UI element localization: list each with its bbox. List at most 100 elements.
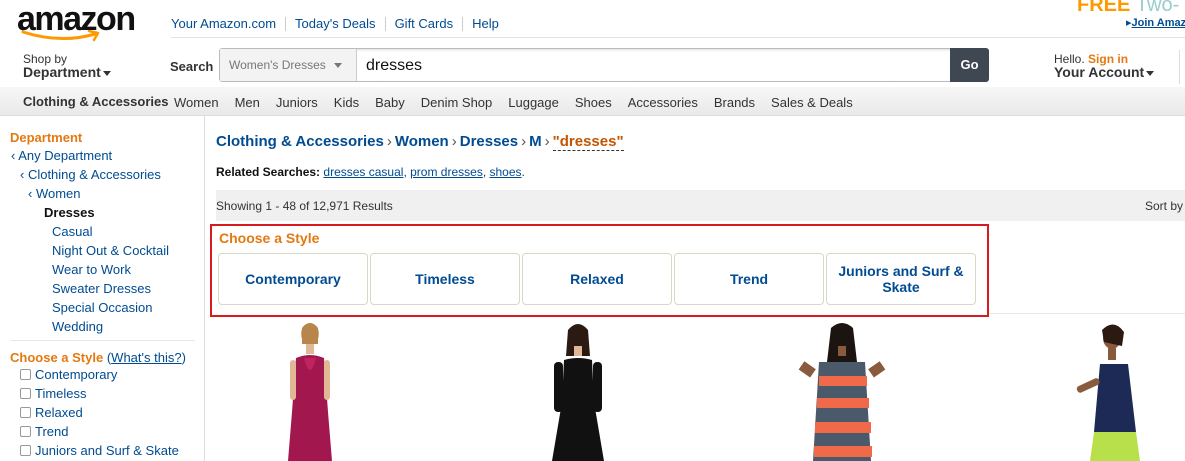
join-link-text: Join Amaz (1131, 17, 1185, 29)
dress-figure-striped (798, 323, 886, 461)
nav-sub-sweater-dresses[interactable]: Sweater Dresses (52, 281, 151, 296)
nav-any-department[interactable]: ‹ Any Department (11, 148, 112, 163)
style-option-timeless[interactable]: Timeless (20, 386, 87, 401)
results-count: Showing 1 - 48 of 12,971 Results (216, 199, 393, 213)
nav-divider (10, 340, 195, 341)
cat-shoes[interactable]: Shoes (575, 95, 612, 110)
breadcrumb-query: "dresses" (552, 133, 624, 151)
free-shipping-promo[interactable]: FREE Two- (1077, 0, 1179, 17)
cat-accessories[interactable]: Accessories (628, 95, 698, 110)
style-option-label: Contemporary (35, 367, 118, 382)
style-button-timeless[interactable]: Timeless (370, 253, 520, 305)
search-label: Search (170, 59, 214, 74)
store-title[interactable]: Clothing & Accessories (23, 94, 168, 109)
related-label: Related Searches: (216, 165, 321, 179)
cat-luggage[interactable]: Luggage (508, 95, 559, 110)
top-link-todays-deals[interactable]: Today's Deals (285, 17, 385, 31)
style-option-trend[interactable]: Trend (20, 424, 68, 439)
whats-this-group: (What's this?) (106, 350, 186, 365)
nav-sub-night-out[interactable]: Night Out & Cocktail (52, 243, 169, 258)
style-option-contemporary[interactable]: Contemporary (20, 367, 117, 382)
cat-juniors[interactable]: Juniors (276, 95, 318, 110)
breadcrumb-sep: › (451, 133, 457, 150)
chevron-down-icon (102, 70, 111, 76)
related-link-prom-dresses[interactable]: prom dresses (410, 165, 483, 179)
whats-this-link[interactable]: What's this? (111, 350, 181, 365)
style-button-juniors-surf-skate[interactable]: Juniors and Surf & Skate (826, 253, 976, 305)
promo-free-text: FREE (1077, 0, 1131, 16)
nav-sub-special-occasion[interactable]: Special Occasion (52, 300, 152, 315)
search-category-dropdown[interactable]: Women's Dresses (220, 49, 357, 81)
product-image[interactable] (1060, 322, 1150, 461)
sort-by-label[interactable]: Sort by (1145, 199, 1183, 213)
top-link-help[interactable]: Help (462, 17, 508, 31)
style-button-trend[interactable]: Trend (674, 253, 824, 305)
promo-rest-text: Two- (1135, 0, 1180, 16)
dress-figure-black (552, 324, 604, 461)
nav-clothing-accessories[interactable]: ‹ Clothing & Accessories (20, 167, 161, 182)
go-button[interactable]: Go (950, 48, 989, 82)
style-button-relaxed[interactable]: Relaxed (522, 253, 672, 305)
cat-men[interactable]: Men (235, 95, 260, 110)
breadcrumb-sep: › (386, 133, 392, 150)
choose-style-box: Choose a Style Contemporary Timeless Rel… (210, 224, 989, 317)
related-link-shoes[interactable]: shoes (490, 165, 522, 179)
checkbox[interactable] (20, 426, 31, 437)
breadcrumb-women[interactable]: Women (395, 133, 449, 150)
style-option-label: Juniors and Surf & Skate (35, 443, 179, 458)
cat-sales-deals[interactable]: Sales & Deals (771, 95, 853, 110)
content-divider (990, 313, 1185, 314)
amazon-logo[interactable]: amazon (17, 2, 136, 44)
search-category-value: Women's Dresses (229, 58, 326, 72)
style-option-juniors[interactable]: Juniors and Surf & Skate (20, 443, 179, 458)
checkbox[interactable] (20, 407, 31, 418)
nav-sub-wear-to-work[interactable]: Wear to Work (52, 262, 131, 277)
search-box: Women's Dresses (219, 48, 953, 82)
checkbox[interactable] (20, 388, 31, 399)
breadcrumb-sep: › (521, 133, 527, 150)
chevron-down-icon (333, 63, 342, 69)
header-divider (1179, 50, 1180, 84)
nav-sub-wedding[interactable]: Wedding (52, 319, 103, 334)
smile-arrow-icon (21, 30, 100, 42)
cat-kids[interactable]: Kids (334, 95, 359, 110)
checkbox[interactable] (20, 445, 31, 456)
style-button-contemporary[interactable]: Contemporary (218, 253, 368, 305)
breadcrumb-dresses[interactable]: Dresses (460, 133, 518, 150)
department-heading: Department (10, 130, 83, 145)
cat-denim-shop[interactable]: Denim Shop (421, 95, 493, 110)
product-image[interactable] (797, 322, 887, 461)
style-heading: Choose a Style (What's this?) (10, 350, 186, 365)
your-account-label: Your Account (1054, 64, 1145, 80)
breadcrumb-clothing[interactable]: Clothing & Accessories (216, 133, 384, 150)
product-image[interactable] (538, 322, 618, 461)
style-option-relaxed[interactable]: Relaxed (20, 405, 83, 420)
top-nav: Your Amazon.com Today's Deals Gift Cards… (171, 17, 508, 31)
breadcrumb: Clothing & Accessories › Women › Dresses › M › "… (216, 133, 624, 151)
checkbox[interactable] (20, 369, 31, 380)
dress-figure-magenta (288, 323, 332, 461)
category-bar: Clothing & Accessories Women Men Juniors… (0, 87, 1185, 116)
nav-sub-casual[interactable]: Casual (52, 224, 92, 239)
breadcrumb-m[interactable]: M (529, 133, 542, 150)
related-link-dresses-casual[interactable]: dresses casual (323, 165, 403, 179)
top-link-gift-cards[interactable]: Gift Cards (384, 17, 463, 31)
style-option-label: Timeless (35, 386, 87, 401)
chevron-down-icon (1146, 70, 1155, 76)
join-link[interactable]: ▸Join Amaz (1126, 16, 1185, 29)
account-menu[interactable]: Hello. Sign in Your Account (1054, 53, 1155, 80)
top-link-your-amazon[interactable]: Your Amazon.com (171, 17, 285, 31)
style-option-label: Relaxed (35, 405, 83, 420)
product-image[interactable] (270, 322, 350, 461)
style-option-label: Trend (35, 424, 69, 439)
shop-by-department[interactable]: Shop by Department (23, 53, 111, 79)
nav-women[interactable]: ‹ Women (28, 186, 81, 201)
department-label: Department (23, 64, 101, 80)
top-nav-divider (171, 37, 1185, 38)
choose-style-title: Choose a Style (219, 230, 320, 246)
cat-baby[interactable]: Baby (375, 95, 405, 110)
search-input[interactable] (366, 57, 926, 75)
cat-women[interactable]: Women (174, 95, 219, 110)
cat-brands[interactable]: Brands (714, 95, 755, 110)
breadcrumb-sep: › (544, 133, 550, 150)
